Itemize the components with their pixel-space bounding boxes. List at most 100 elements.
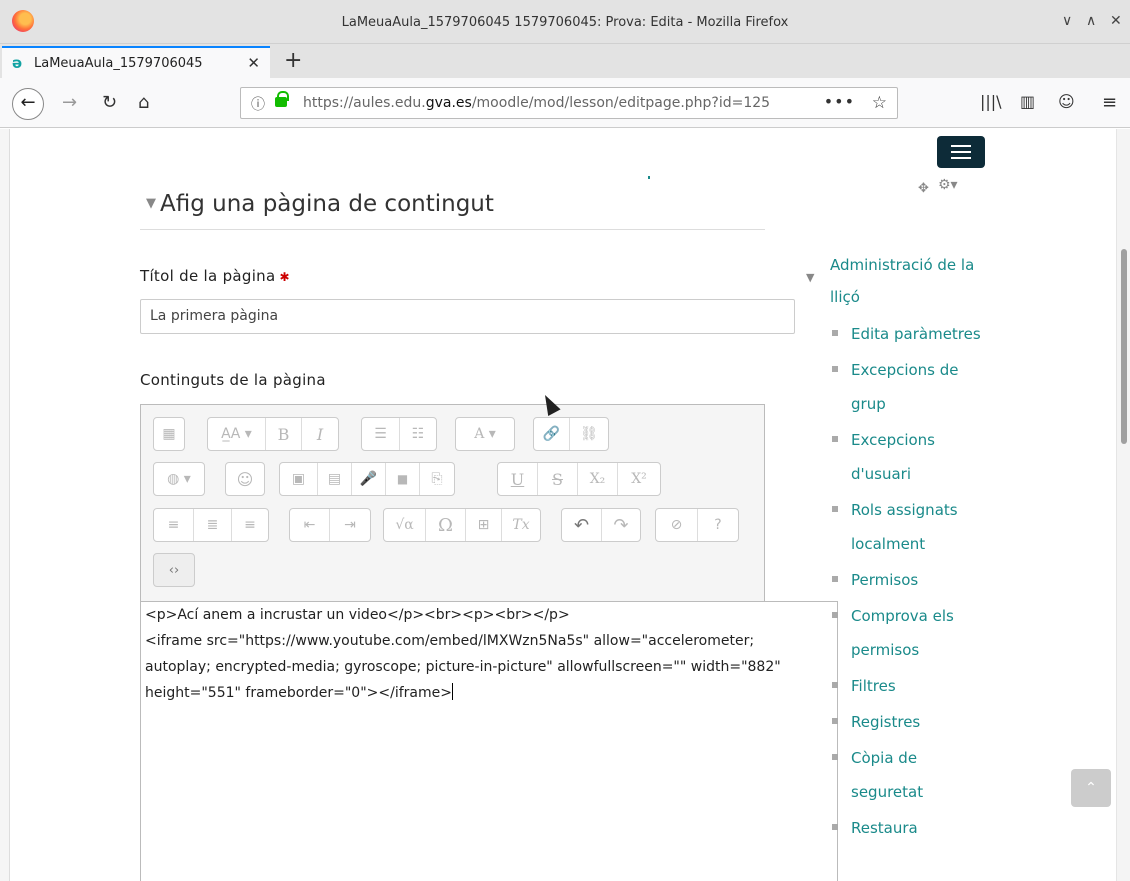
toolbar-group-toggle: ▦ — [153, 417, 185, 451]
url-bar[interactable]: ⓘ https://aules.edu.gva.es/moodle/mod/le… — [240, 87, 898, 119]
page-actions-button[interactable]: ••• — [824, 92, 855, 111]
ordered-list-button[interactable]: ☷ — [400, 418, 436, 450]
clear-formatting-button[interactable]: Tx — [502, 509, 540, 541]
navigation-bar: ← → ↻ ⌂ ⓘ https://aules.edu.gva.es/moodl… — [0, 78, 1130, 128]
site-info-icon[interactable]: ⓘ — [251, 94, 265, 114]
minimize-button[interactable]: ∨ — [1062, 13, 1072, 29]
record-audio-button[interactable]: 🎤 — [352, 463, 386, 495]
admin-item-logs[interactable]: Registres — [832, 705, 982, 739]
library-icon[interactable]: |||\ — [980, 92, 1002, 111]
editor-line: autoplay; encrypted-media; gyroscope; pi… — [145, 659, 781, 675]
strikethrough-button[interactable]: S — [538, 463, 578, 495]
administration-list: Edita paràmetres Excepcions de grup Exce… — [832, 317, 982, 847]
admin-item-permissions[interactable]: Permisos — [832, 563, 982, 597]
font-color-button[interactable]: A ▾ — [456, 418, 514, 450]
back-button[interactable]: ← — [12, 88, 44, 120]
reload-button[interactable]: ↻ — [102, 92, 117, 113]
page-contents-label: Continguts de la pàgina — [140, 371, 326, 389]
admin-item-user-overrides[interactable]: Excepcions d'usuari — [832, 423, 982, 491]
bullet-icon — [832, 436, 838, 442]
new-tab-button[interactable]: + — [284, 48, 302, 73]
indent-button[interactable]: ⇥ — [330, 509, 370, 541]
tab-label: LaMeuaAula_1579706045 — [34, 56, 203, 71]
admin-item-locally-assigned-roles[interactable]: Rols assignats localment — [832, 493, 982, 561]
forward-button[interactable]: → — [62, 92, 77, 113]
tab-lameuaaula[interactable]: ə LaMeuaAula_1579706045 ✕ — [2, 46, 270, 78]
bullet-icon — [832, 718, 838, 724]
html-source-editor[interactable]: <p>Ací anem a incrustar un video</p><br>… — [140, 601, 838, 881]
text-caret — [451, 683, 453, 700]
close-tab-icon[interactable]: ✕ — [247, 54, 260, 72]
toolbar-group-html: ‹› — [153, 553, 195, 587]
block-settings-gear-icon[interactable]: ⚙▾ — [938, 177, 958, 193]
manage-files-button[interactable]: ⎘ — [420, 463, 454, 495]
toolbar-toggle-button[interactable]: ▦ — [154, 418, 184, 450]
unlink-button[interactable]: ⛓ — [570, 418, 608, 450]
image-button[interactable]: ▣ — [280, 463, 318, 495]
editor-toolbar: ▦ A̲A ▾ B I ☰ ☷ A ▾ 🔗 ⛓ ◍ ▾ ☺ ▣ ▤ 🎤 ■ ⎘ … — [140, 404, 765, 601]
moodle-nav-toggle-button[interactable] — [937, 136, 985, 168]
equation-button[interactable]: √α — [384, 509, 426, 541]
aules-favicon-icon: ə — [12, 54, 23, 72]
admin-item-check-permissions[interactable]: Comprova els permisos — [832, 599, 982, 667]
bullet-icon — [832, 366, 838, 372]
collapse-arrow-icon[interactable]: ▼ — [806, 271, 814, 284]
toolbar-group-format: U S X₂ X² — [497, 462, 661, 496]
accessibility-checker-button[interactable]: ⊘ — [656, 509, 698, 541]
close-window-button[interactable]: ✕ — [1110, 13, 1122, 29]
required-icon: ✱ — [279, 270, 290, 284]
toolbar-group-language: ◍ ▾ — [153, 462, 205, 496]
paragraph-style-button[interactable]: A̲A ▾ — [208, 418, 266, 450]
page-viewport: ✥ ⚙▾ ▼ Afig una pàgina de contingut Títol… — [0, 129, 1130, 881]
admin-item-restore[interactable]: Restaura — [832, 811, 982, 845]
bullet-icon — [832, 506, 838, 512]
lesson-administration-heading[interactable]: Administració de la lliçó — [830, 249, 980, 313]
unordered-list-button[interactable]: ☰ — [362, 418, 400, 450]
lock-icon — [275, 91, 289, 107]
tab-bar: ə LaMeuaAula_1579706045 ✕ + — [0, 44, 1130, 78]
align-left-button[interactable]: ≡ — [154, 509, 194, 541]
toolbar-group-emoticon: ☺ — [225, 462, 265, 496]
toolbar-group-style: A̲A ▾ B I — [207, 417, 339, 451]
home-button[interactable]: ⌂ — [138, 92, 149, 113]
admin-item-group-overrides[interactable]: Excepcions de grup — [832, 353, 982, 421]
bold-button[interactable]: B — [266, 418, 302, 450]
collapse-arrow-icon[interactable]: ▼ — [146, 196, 156, 211]
record-video-button[interactable]: ■ — [386, 463, 420, 495]
page-title-input[interactable]: La primera pàgina — [140, 299, 795, 334]
underline-button[interactable]: U — [498, 463, 538, 495]
emoticon-button[interactable]: ☺ — [226, 463, 264, 495]
page-scrollbar[interactable] — [1116, 129, 1130, 881]
align-center-button[interactable]: ≣ — [194, 509, 232, 541]
hamburger-menu-icon[interactable]: ≡ — [1102, 92, 1117, 113]
toolbar-group-accessibility: ⊘ ? — [655, 508, 739, 542]
sidebar-toggle-icon[interactable]: ▥ — [1020, 92, 1035, 111]
html-source-button[interactable]: ‹› — [154, 554, 194, 586]
account-icon[interactable]: ☺ — [1058, 92, 1075, 111]
bookmark-star-icon[interactable]: ☆ — [872, 93, 887, 113]
admin-item-edit-settings[interactable]: Edita paràmetres — [832, 317, 982, 351]
superscript-button[interactable]: X² — [618, 463, 660, 495]
toolbar-group-lists: ☰ ☷ — [361, 417, 437, 451]
table-button[interactable]: ⊞ — [466, 509, 502, 541]
language-button[interactable]: ◍ ▾ — [154, 463, 204, 495]
admin-item-backup[interactable]: Còpia de seguretat — [832, 741, 982, 809]
redo-button[interactable]: ↷ — [602, 509, 640, 541]
admin-item-filters[interactable]: Filtres — [832, 669, 982, 703]
align-right-button[interactable]: ≡ — [232, 509, 268, 541]
scrollbar-thumb[interactable] — [1121, 249, 1127, 444]
outdent-button[interactable]: ⇤ — [290, 509, 330, 541]
italic-button[interactable]: I — [302, 418, 338, 450]
url-text[interactable]: https://aules.edu.gva.es/moodle/mod/less… — [303, 95, 823, 111]
scroll-to-top-button[interactable]: ⌃ — [1071, 769, 1111, 807]
media-button[interactable]: ▤ — [318, 463, 352, 495]
special-character-button[interactable]: Ω — [426, 509, 466, 541]
maximize-button[interactable]: ∧ — [1086, 13, 1096, 29]
undo-button[interactable]: ↶ — [562, 509, 602, 541]
link-button[interactable]: 🔗 — [534, 418, 570, 450]
toolbar-group-insert: √α Ω ⊞ Tx — [383, 508, 541, 542]
screenreader-helper-button[interactable]: ? — [698, 509, 738, 541]
move-icon[interactable]: ✥ — [918, 181, 929, 196]
section-heading[interactable]: ▼ Afig una pàgina de contingut — [146, 191, 494, 217]
subscript-button[interactable]: X₂ — [578, 463, 618, 495]
